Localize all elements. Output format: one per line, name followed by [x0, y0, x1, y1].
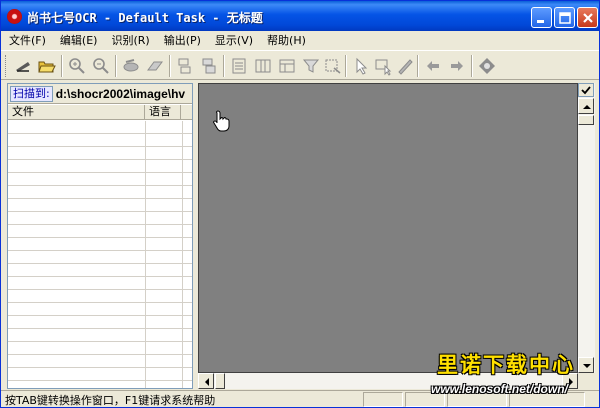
hand-cursor-icon: [212, 110, 230, 135]
watermark-title: 里诺下载中心: [437, 352, 575, 377]
pen-icon: [398, 59, 413, 75]
pointer-button[interactable]: [351, 56, 371, 76]
open-button[interactable]: [37, 56, 57, 76]
text-block-button[interactable]: [229, 56, 249, 76]
rotate-icon: [123, 59, 139, 72]
column-header-language[interactable]: 语言: [145, 105, 181, 119]
checkmark-icon: [581, 86, 591, 95]
menu-recognize[interactable]: 识别(R): [103, 32, 155, 48]
vertical-scrollbar[interactable]: [578, 83, 595, 373]
column-header-file[interactable]: 文件: [8, 105, 145, 119]
list-header: 文件 语言: [8, 105, 192, 120]
recognize-button[interactable]: [477, 56, 497, 76]
scroll-down-button[interactable]: [578, 357, 594, 373]
file-list[interactable]: [8, 121, 192, 388]
text-block-icon: [232, 58, 246, 74]
select-region-icon: [375, 59, 392, 76]
scan-button[interactable]: [13, 56, 33, 76]
recognize-icon: [479, 58, 495, 74]
menu-help[interactable]: 帮助(H): [259, 32, 312, 48]
image-view-area[interactable]: [198, 83, 578, 373]
minimize-button[interactable]: [531, 7, 552, 28]
filter-icon: [302, 59, 320, 73]
open-folder-icon: [38, 61, 56, 73]
toolbar-separator: [115, 55, 117, 77]
scroll-up-button[interactable]: [578, 98, 594, 114]
image-block-button[interactable]: [277, 56, 297, 76]
table-block-button[interactable]: [253, 56, 273, 76]
app-logo-icon[interactable]: [7, 9, 22, 24]
zoom-out-icon: [93, 58, 109, 74]
horizontal-scroll-thumb[interactable]: [215, 373, 225, 389]
menu-file[interactable]: 文件(F): [1, 32, 52, 48]
maximize-icon: [559, 12, 571, 24]
zoom-in-button[interactable]: [67, 56, 87, 76]
scan-path-bar: 扫描到: d:\shocr2002\image\hv: [8, 84, 192, 104]
toolbar: [1, 50, 599, 80]
toolbar-separator: [169, 55, 171, 77]
rotate-button[interactable]: [121, 56, 141, 76]
zoom-in-icon: [69, 58, 85, 74]
region-icon: [178, 58, 191, 74]
arrow-left-small-icon: [205, 378, 209, 386]
eraser-button[interactable]: [145, 56, 165, 76]
scan-icon: [16, 62, 30, 72]
filter-button[interactable]: [301, 56, 321, 76]
arrow-down-icon: [583, 364, 591, 368]
eraser-icon: [147, 61, 163, 71]
file-list-panel: 扫描到: d:\shocr2002\image\hv 文件 语言: [7, 83, 193, 389]
crop-icon: [325, 59, 341, 74]
toolbar-separator: [61, 55, 63, 77]
prev-button[interactable]: [423, 56, 443, 76]
scan-path-field[interactable]: d:\shocr2002\image\hv: [56, 87, 185, 101]
vertical-scroll-thumb[interactable]: [578, 115, 594, 125]
toolbar-separator: [345, 55, 347, 77]
toolbar-separator: [417, 55, 419, 77]
arrow-left-icon: [427, 61, 439, 71]
toolbar-separator: [223, 55, 225, 77]
title-bar[interactable]: 尚书七号OCR - Default Task - 无标题: [1, 1, 599, 31]
next-button[interactable]: [447, 56, 467, 76]
close-button[interactable]: [577, 7, 598, 28]
minimize-icon: [537, 20, 544, 23]
arrow-right-icon: [451, 61, 463, 71]
crop-button[interactable]: [323, 56, 343, 76]
column-divider: [145, 121, 146, 388]
region-button[interactable]: [175, 56, 195, 76]
scroll-left-button[interactable]: [198, 373, 214, 389]
close-icon: [583, 13, 593, 23]
menu-edit[interactable]: 编辑(E): [52, 32, 104, 48]
zoom-out-button[interactable]: [91, 56, 111, 76]
status-panel: [363, 392, 403, 407]
app-window: 尚书七号OCR - Default Task - 无标题 文件(F) 编辑(E)…: [0, 0, 600, 408]
region-remove-icon: [202, 58, 216, 74]
maximize-button[interactable]: [554, 7, 575, 28]
arrow-up-icon: [583, 105, 591, 109]
status-message: 按TAB键转换操作窗口，F1键请求系统帮助: [5, 393, 216, 407]
pen-button[interactable]: [395, 56, 415, 76]
scan-to-button[interactable]: 扫描到:: [10, 85, 53, 102]
pointer-icon: [356, 57, 368, 75]
watermark-url: www.lenosoft.net/down/: [431, 382, 568, 396]
column-divider: [182, 121, 183, 388]
menu-view[interactable]: 显示(V): [207, 32, 259, 48]
view-check-button[interactable]: [578, 83, 594, 97]
menu-output[interactable]: 输出(P): [156, 32, 207, 48]
menu-bar: 文件(F) 编辑(E) 识别(R) 输出(P) 显示(V) 帮助(H): [1, 31, 599, 49]
toolbar-separator: [471, 55, 473, 77]
table-block-icon: [255, 59, 271, 73]
window-title: 尚书七号OCR - Default Task - 无标题: [27, 11, 263, 25]
region-remove-button[interactable]: [199, 56, 219, 76]
select-region-button[interactable]: [373, 56, 393, 76]
toolbar-grip[interactable]: [5, 55, 8, 77]
image-block-icon: [279, 59, 295, 73]
